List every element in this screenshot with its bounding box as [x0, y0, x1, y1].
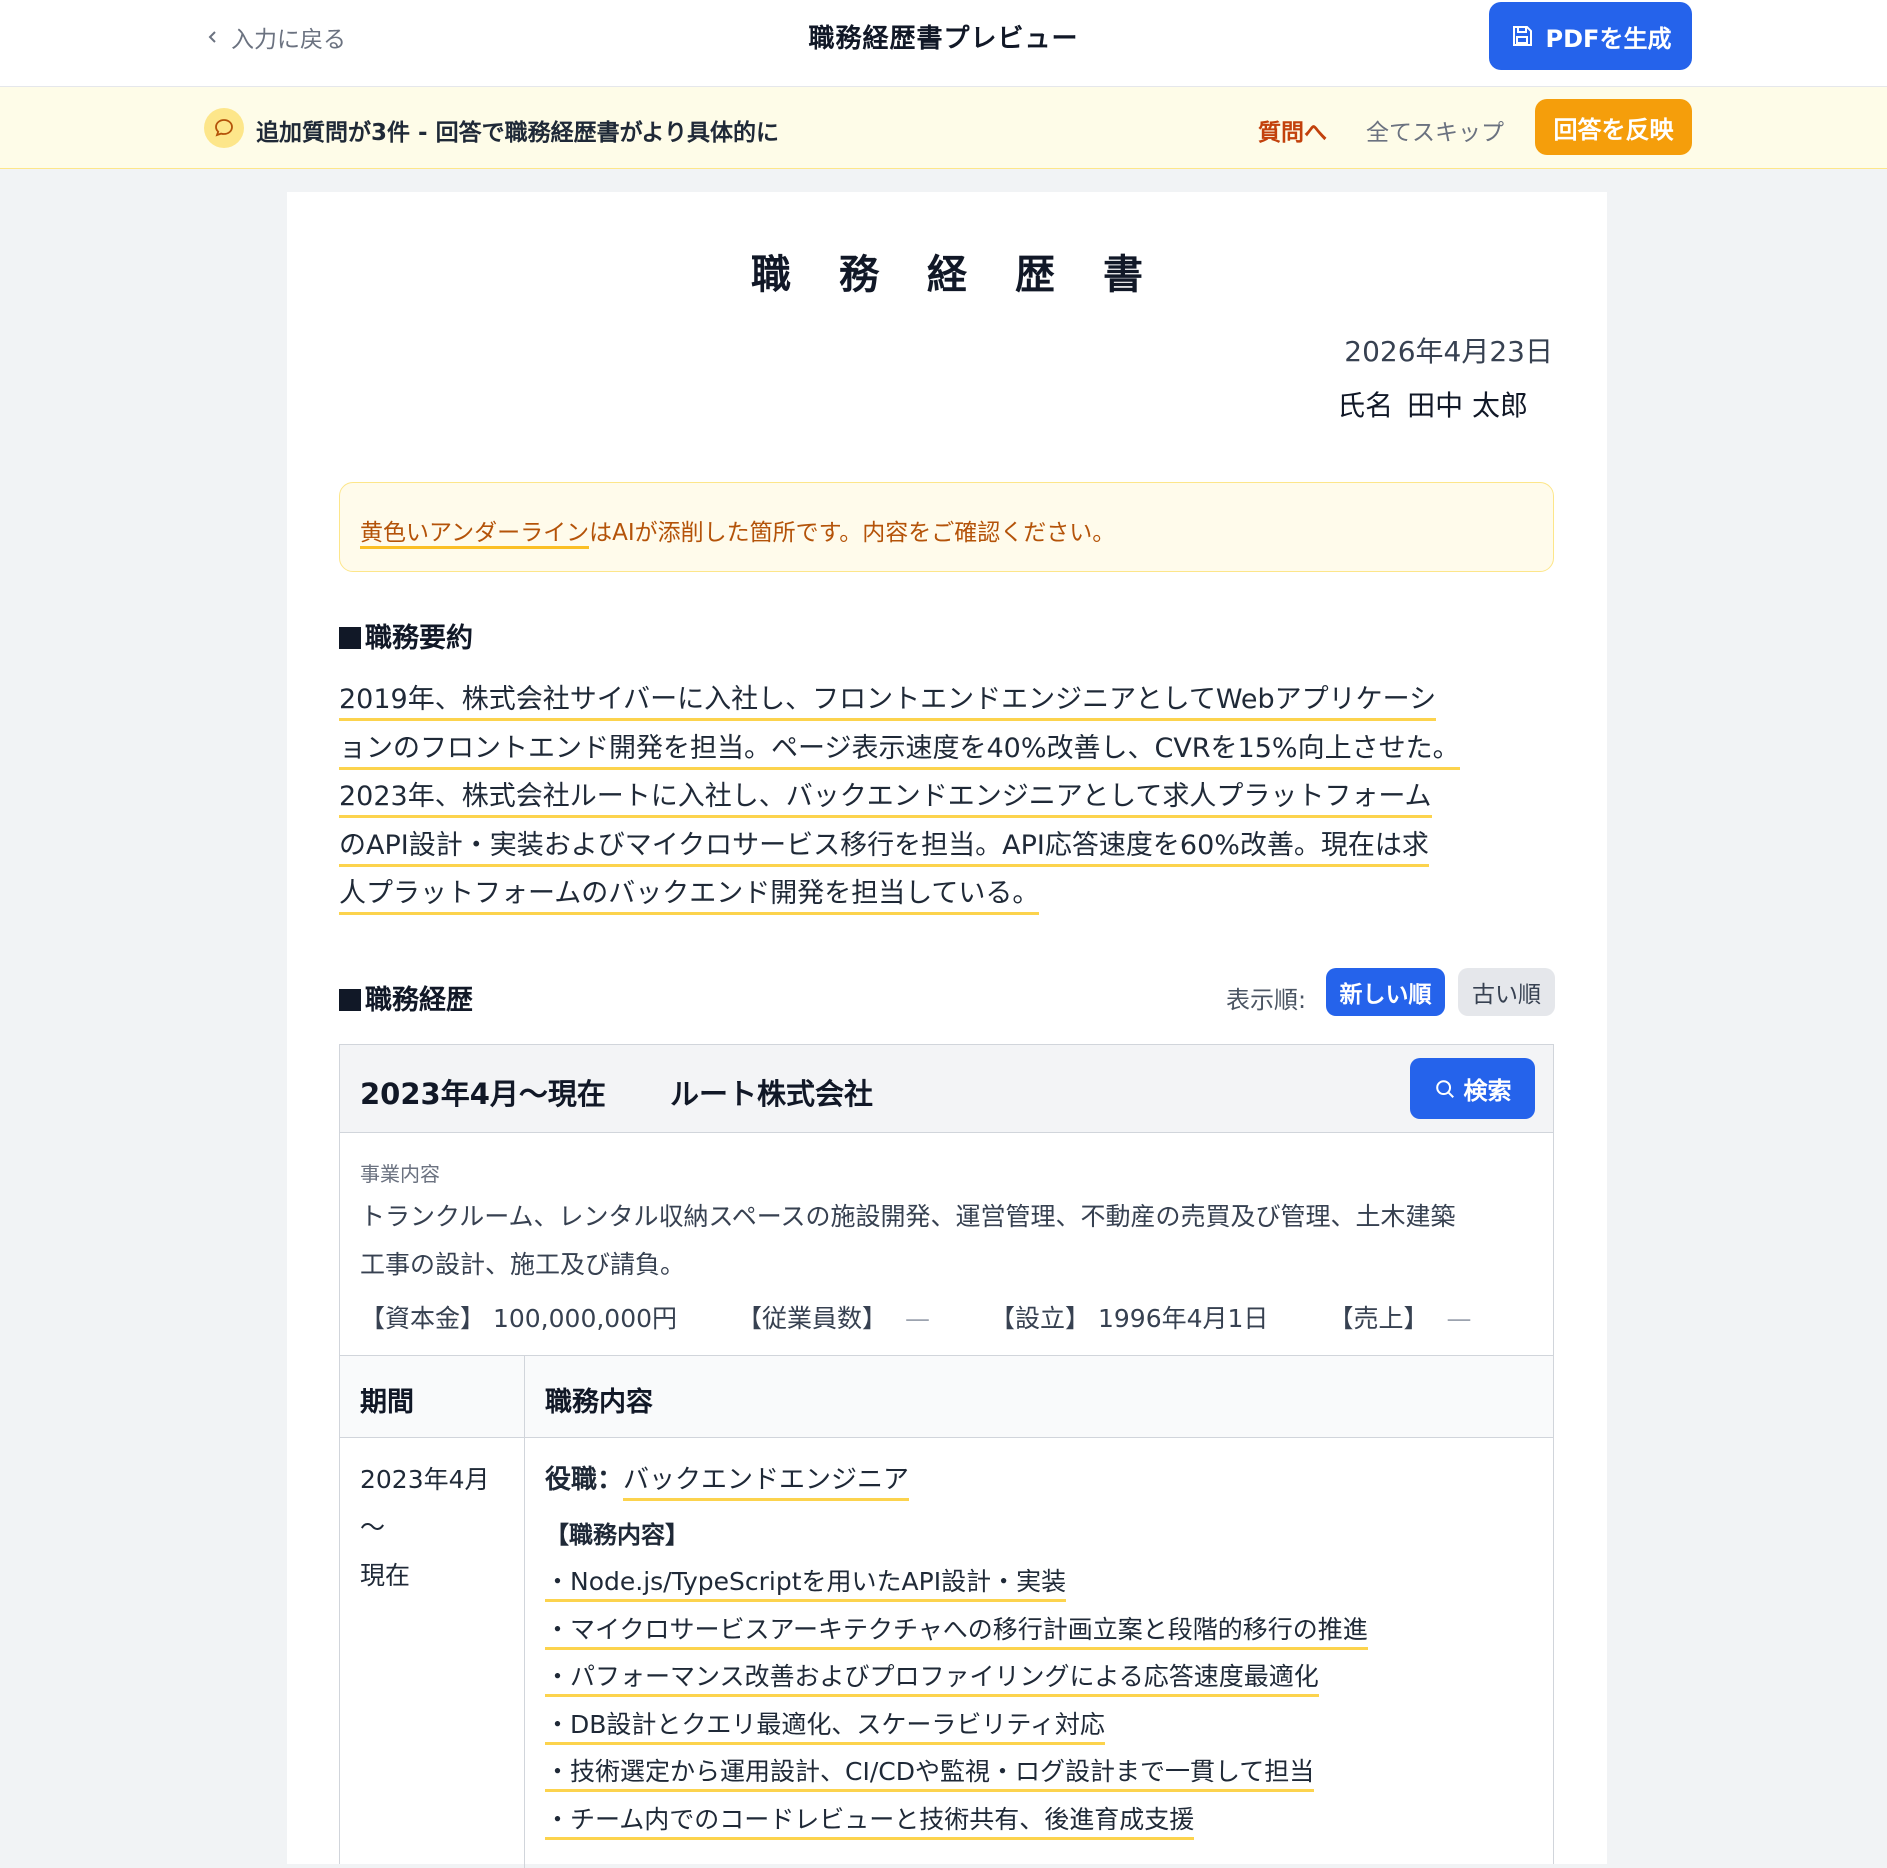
search-icon	[1435, 1079, 1454, 1098]
company-name: ルート株式会社	[670, 1077, 874, 1111]
business-description: トランクルーム、レンタル収納スペースの施設開発、運営管理、不動産の売買及び管理、…	[360, 1202, 1456, 1279]
business-info: 事業内容 トランクルーム、レンタル収納スペースの施設開発、運営管理、不動産の売買…	[340, 1133, 1553, 1356]
company-period: 2023年4月〜現在	[360, 1077, 606, 1111]
list-item: ・パフォーマンス改善およびプロファイリングによる応答速度最適化	[545, 1653, 1535, 1701]
company-block: 2023年4月〜現在 ルート株式会社 検索 事業内容 トランクルーム、レンタル収…	[339, 1044, 1554, 1868]
row-period: 2023年4月 〜 現在	[360, 1465, 490, 1590]
square-bullet-icon	[339, 989, 361, 1011]
founded-fact: 【設立】 1996年4月1日	[990, 1304, 1269, 1333]
applicant-name: 氏名 田中 太郎	[1337, 384, 1528, 424]
skip-all-link[interactable]: 全てスキップ	[1366, 113, 1504, 147]
duty-heading: 【職務内容】	[545, 1521, 689, 1549]
column-divider	[524, 1356, 525, 1437]
period-column-header: 期間	[360, 1387, 414, 1418]
apply-answers-button[interactable]: 回答を反映	[1535, 99, 1692, 155]
go-to-questions-link[interactable]: 質問へ	[1258, 113, 1327, 147]
table-row: 2023年4月 〜 現在 役職：バックエンドエンジニア 【職務内容】 ・Node…	[340, 1438, 1553, 1868]
additional-questions-bar: 追加質問が3件 - 回答で職務経歴書がより具体的に 質問へ 全てスキップ 回答を…	[0, 87, 1887, 169]
sales-fact: 【売上】 —	[1328, 1304, 1472, 1333]
notice-text: 追加質問が3件 - 回答で職務経歴書がより具体的に	[256, 120, 779, 146]
employees-fact: 【従業員数】 —	[737, 1304, 931, 1333]
list-item: ・Node.js/TypeScriptを用いたAPI設計・実装	[545, 1558, 1535, 1606]
sort-oldest-button[interactable]: 古い順	[1458, 968, 1555, 1016]
document-title: 職務経歴書	[751, 252, 1191, 298]
capital-fact: 【資本金】 100,000,000円	[360, 1304, 678, 1333]
save-icon	[1512, 26, 1532, 46]
summary-text: 2019年、株式会社サイバーに入社し、フロントエンドエンジニアとしてWebアプリ…	[339, 676, 1554, 919]
summary-line: 2023年、株式会社ルートに入社し、バックエンドエンジニアとして求人プラットフォ…	[339, 781, 1432, 818]
company-header: 2023年4月〜現在 ルート株式会社 検索	[340, 1045, 1553, 1133]
summary-line: ョンのフロントエンド開発を担当。ページ表示速度を40%改善し、CVRを15%向上…	[339, 732, 1460, 770]
generate-pdf-label: PDFを生成	[1545, 24, 1672, 53]
history-table-header: 期間 職務内容	[340, 1356, 1553, 1438]
chat-bubble-icon	[204, 108, 244, 148]
role-line: 役職：バックエンドエンジニア	[545, 1456, 1535, 1504]
list-item: ・技術選定から運用設計、CI/CDや監視・ログ設計まで一貫して担当	[545, 1748, 1535, 1796]
list-item: ・チーム内でのコードレビューと技術共有、後進育成支援	[545, 1796, 1535, 1844]
generate-pdf-button[interactable]: PDFを生成	[1489, 2, 1692, 70]
duty-column-header: 職務内容	[545, 1387, 653, 1418]
ai-note-text: はAIが添削した箇所です。内容をご確認ください。	[589, 520, 1116, 546]
resume-document: 職務経歴書 2026年4月23日 氏名 田中 太郎 黄色いアンダーラインはAIが添…	[287, 192, 1607, 1868]
ai-note-highlight: 黄色いアンダーライン	[360, 520, 590, 549]
square-bullet-icon	[339, 627, 361, 649]
summary-line: のAPI設計・実装およびマイクロサービス移行を担当。API応答速度を60%改善。…	[339, 829, 1429, 867]
search-label: 検索	[1463, 1077, 1512, 1105]
business-label: 事業内容	[360, 1162, 440, 1186]
sort-label: 表示順:	[1226, 986, 1307, 1014]
role-value: バックエンドエンジニア	[623, 1465, 910, 1501]
company-search-button[interactable]: 検索	[1410, 1058, 1535, 1119]
top-bar: 入力に戻る 職務経歴書プレビュー PDFを生成	[0, 0, 1887, 87]
ai-edit-notice: 黄色いアンダーラインはAIが添削した箇所です。内容をご確認ください。	[339, 482, 1554, 572]
sort-newest-button[interactable]: 新しい順	[1326, 968, 1445, 1016]
document-date: 2026年4月23日	[1344, 335, 1553, 368]
summary-line: 2019年、株式会社サイバーに入社し、フロントエンドエンジニアとしてWebアプリ…	[339, 684, 1437, 721]
summary-heading: 職務要約	[339, 616, 473, 655]
name-label: 氏名	[1337, 389, 1394, 422]
summary-line: 人プラットフォームのバックエンド開発を担当している。	[339, 878, 1040, 915]
list-item: ・マイクロサービスアーキテクチャへの移行計画立案と段階的移行の推進	[545, 1606, 1535, 1654]
history-heading: 職務経歴	[339, 978, 473, 1017]
row-duty: 役職：バックエンドエンジニア 【職務内容】 ・Node.js/TypeScrip…	[545, 1456, 1535, 1843]
column-divider	[524, 1438, 525, 1868]
name-value: 田中 太郎	[1407, 389, 1528, 422]
list-item: ・DB設計とクエリ最適化、スケーラビリティ対応	[545, 1701, 1535, 1749]
duty-list: ・Node.js/TypeScriptを用いたAPI設計・実装 ・マイクロサービ…	[545, 1558, 1535, 1843]
company-facts: 【資本金】 100,000,000円 【従業員数】 — 【設立】 1996年4月1…	[360, 1299, 1531, 1335]
